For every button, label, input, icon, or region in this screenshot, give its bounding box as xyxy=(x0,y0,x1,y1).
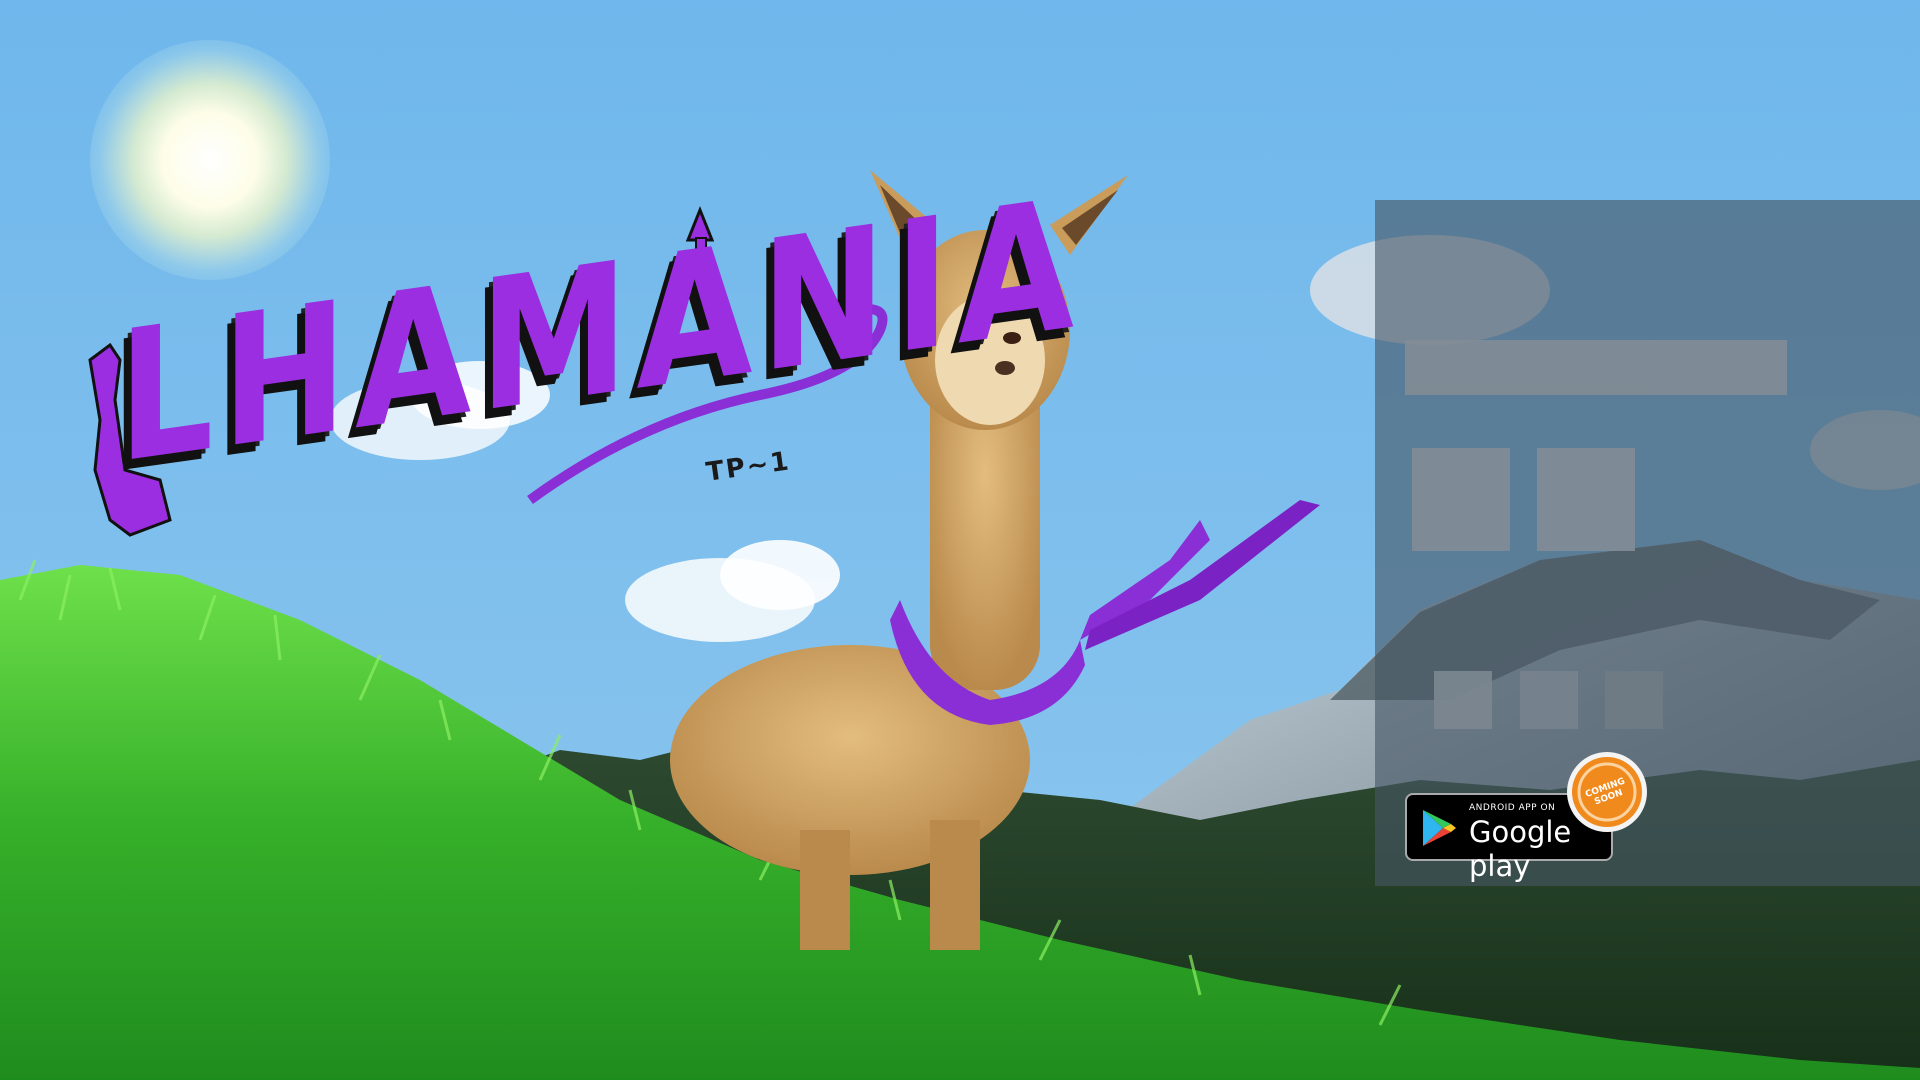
game-title-logo: LHAMANIA TP~1 xyxy=(78,160,1082,560)
game-subtitle: TP~1 xyxy=(704,446,793,488)
game-scene: LHAMANIA TP~1 ANDROID APP ON Google play… xyxy=(0,0,1920,1080)
google-play-small-label: ANDROID APP ON xyxy=(1469,803,1556,813)
coming-soon-seal: COMING SOON xyxy=(1565,750,1649,834)
google-play-triangle-icon xyxy=(1423,810,1456,846)
